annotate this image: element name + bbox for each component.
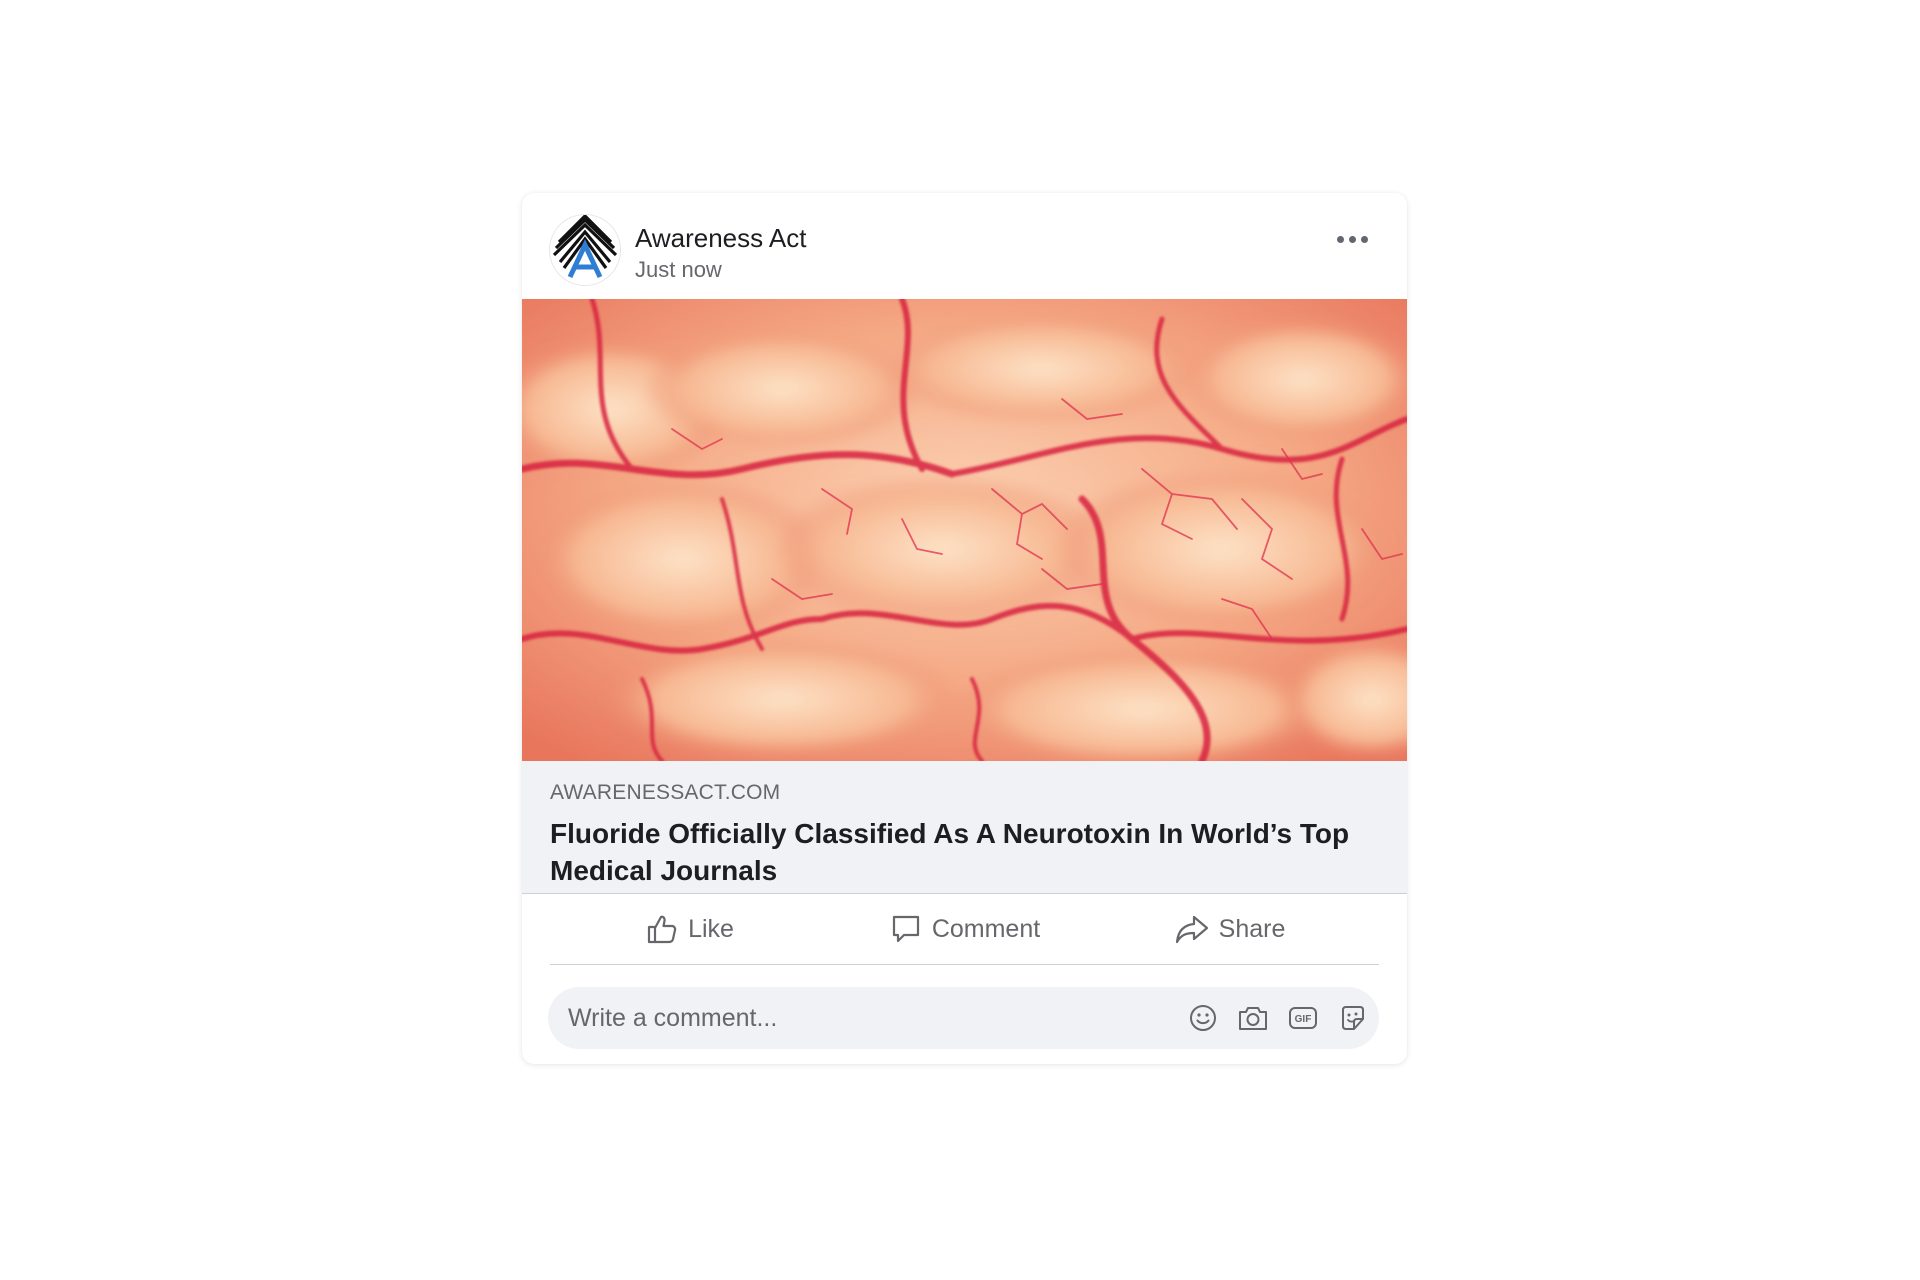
photo-button[interactable] (1236, 1001, 1270, 1035)
share-button[interactable]: Share (1130, 894, 1330, 964)
brain-tissue-photo (522, 299, 1407, 761)
post-image[interactable] (522, 299, 1407, 761)
page-name[interactable]: Awareness Act (635, 223, 807, 254)
camera-icon (1239, 1007, 1267, 1030)
like-label: Like (688, 914, 734, 943)
more-dot (1360, 235, 1368, 243)
comment-label: Comment (931, 914, 1041, 943)
post-card: Awareness Act Just now AWARENESSACT.COM … (522, 193, 1407, 1064)
comment-input[interactable] (548, 987, 1148, 1049)
svg-text:GIF: GIF (1295, 1014, 1312, 1025)
share-label: Share (1218, 914, 1286, 943)
comment-icon (892, 915, 919, 943)
post-header: Awareness Act Just now (522, 193, 1407, 299)
comment-button[interactable]: Comment (850, 894, 1080, 964)
like-button[interactable]: Like (590, 894, 790, 964)
thumbs-up-icon (647, 915, 677, 944)
gif-icon: GIF (1289, 1007, 1317, 1029)
sticker-button[interactable] (1336, 1001, 1370, 1035)
comment-box: GIF (548, 987, 1379, 1049)
link-title: Fluoride Officially Classified As A Neur… (550, 818, 1350, 886)
more-horizontal-icon (1336, 235, 1344, 243)
link-preview[interactable]: AWARENESSACT.COM Fluoride Officially Cla… (522, 761, 1407, 894)
link-domain: AWARENESSACT.COM (550, 781, 781, 804)
post-timestamp[interactable]: Just now (635, 257, 722, 283)
post-actions: Like Comment Share (550, 894, 1379, 965)
emoji-icon (1190, 1005, 1216, 1031)
awareness-act-logo-icon (550, 215, 620, 285)
emoji-button[interactable] (1186, 1001, 1220, 1035)
gif-button[interactable]: GIF (1286, 1001, 1320, 1035)
share-icon (1175, 915, 1208, 944)
more-options-button[interactable] (1324, 219, 1380, 259)
more-dot (1348, 235, 1356, 243)
page-avatar[interactable] (550, 215, 620, 285)
sticker-icon (1342, 1006, 1364, 1030)
